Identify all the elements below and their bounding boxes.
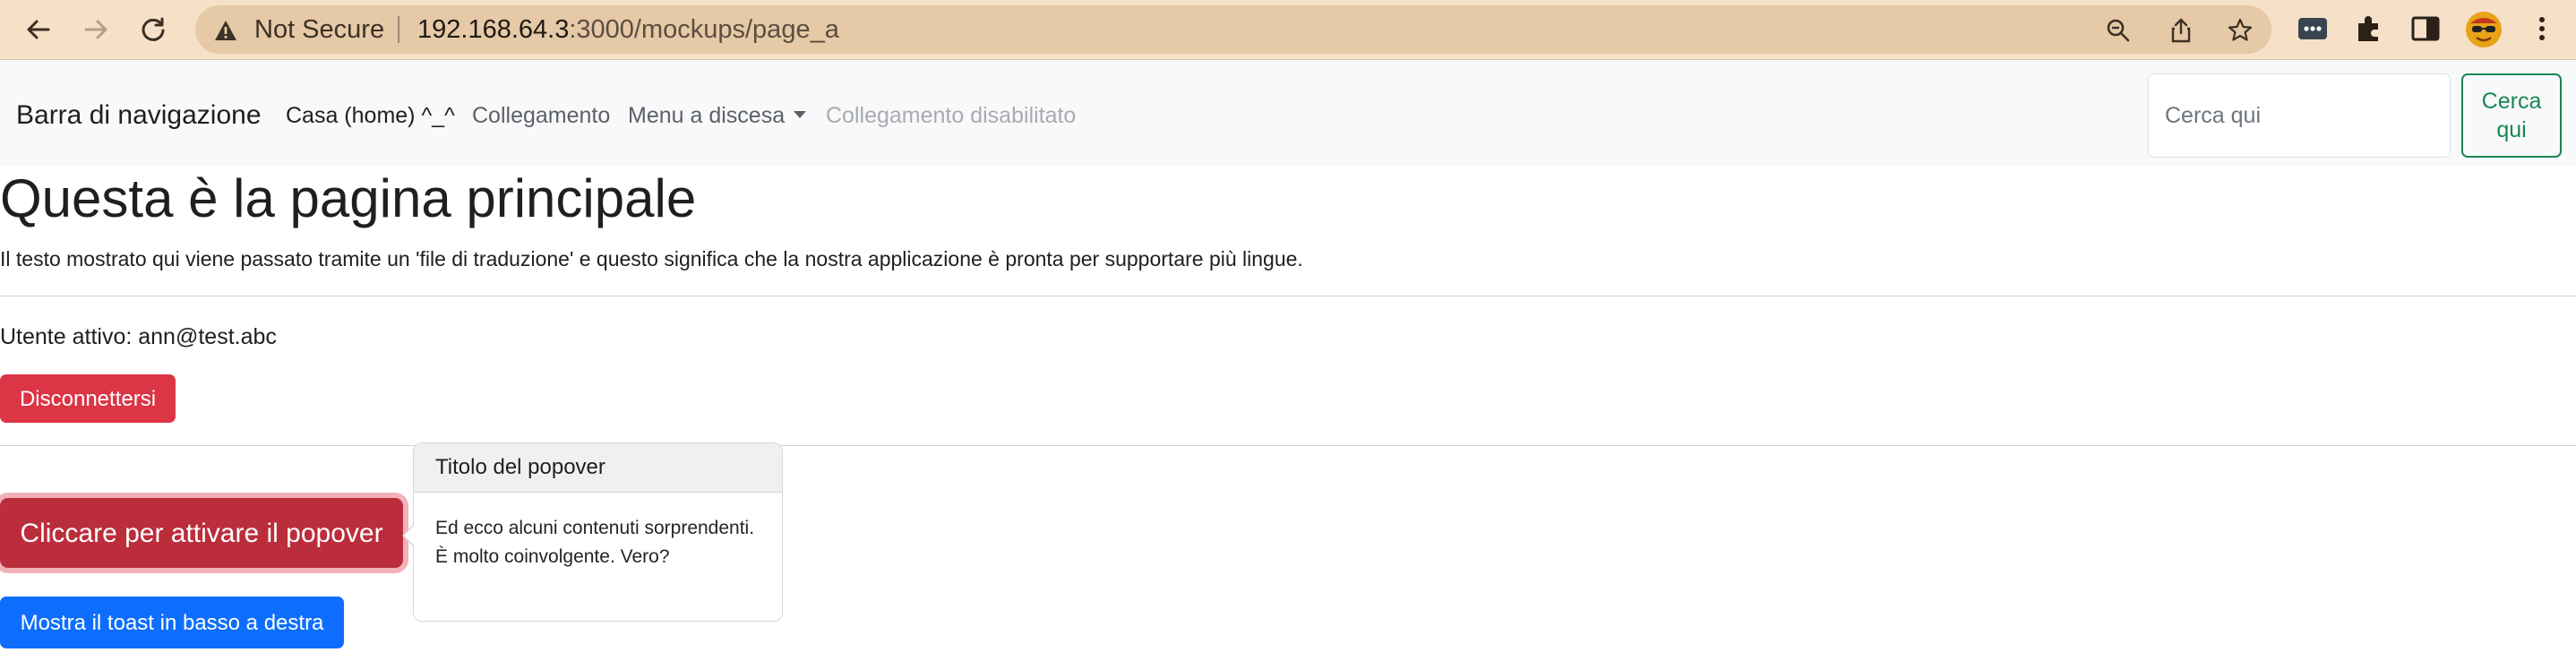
browser-toolbar: Not Secure 192.168.64.3:3000/mockups/pag… (0, 0, 2576, 60)
forward-button[interactable] (75, 9, 116, 50)
more-dots-extension-icon[interactable] (2297, 13, 2329, 45)
search-button-line-2: qui (2496, 117, 2527, 142)
avatar-icon[interactable] (2465, 11, 2503, 48)
nav-dropdown-label: Menu a discesa (628, 103, 786, 128)
address-bar[interactable]: Not Secure 192.168.64.3:3000/mockups/pag… (195, 5, 2271, 54)
share-icon[interactable] (2168, 17, 2194, 44)
star-icon[interactable] (2227, 17, 2254, 44)
search-button[interactable]: Cerca qui (2461, 73, 2562, 158)
arrow-left-icon (27, 20, 50, 39)
puzzle-icon[interactable] (2353, 13, 2385, 45)
nav-link-collegamento[interactable]: Collegamento (472, 60, 610, 171)
url-path: :3000/mockups/page_a (569, 15, 839, 44)
popover-arrow-inner (404, 526, 414, 545)
search-input[interactable] (2148, 73, 2451, 158)
popover-body: Ed ecco alcuni contenuti sorprendenti. È… (435, 518, 755, 567)
nav-link-disabled: Collegamento disabilitato (826, 103, 1077, 128)
popover: Titolo del popover Ed ecco alcuni conten… (413, 442, 783, 622)
active-user-text: Utente attivo: ann@test.abc (0, 324, 277, 349)
reload-button[interactable] (133, 9, 174, 50)
page-title: Questa è la pagina principale (0, 168, 697, 228)
navbar-brand[interactable]: Barra di navigazione (16, 60, 262, 171)
warning-triangle-icon (215, 21, 236, 40)
search-button-line-1: Cerca (2481, 89, 2542, 114)
kebab-menu-icon[interactable] (2526, 13, 2558, 45)
side-panel-icon[interactable] (2409, 13, 2442, 45)
url-host: 192.168.64.3 (417, 15, 570, 44)
url-text[interactable]: 192.168.64.3:3000/mockups/page_a (417, 5, 839, 54)
popover-title: Titolo del popover (414, 443, 782, 493)
arrow-right-icon (84, 20, 107, 39)
show-toast-button[interactable]: Mostra il toast in basso a destra (0, 597, 344, 648)
site-navbar: Barra di navigazione Casa (home) ^_^ Col… (0, 60, 2576, 166)
zoom-icon[interactable] (2105, 17, 2132, 44)
back-button[interactable] (18, 9, 59, 50)
divider (0, 445, 2576, 446)
logout-button[interactable]: Disconnettersi (0, 374, 176, 423)
omnibox-divider (398, 16, 399, 43)
popover-toggle-button[interactable]: Cliccare per attivare il popover (0, 498, 403, 568)
nav-link-home[interactable]: Casa (home) ^_^ (286, 60, 455, 171)
reload-icon (142, 17, 165, 41)
intro-text: Il testo mostrato qui viene passato tram… (0, 247, 1303, 270)
security-label[interactable]: Not Secure (254, 5, 384, 54)
nav-dropdown-toggle[interactable]: Menu a discesa (628, 60, 807, 171)
caret-down-icon (794, 111, 807, 119)
